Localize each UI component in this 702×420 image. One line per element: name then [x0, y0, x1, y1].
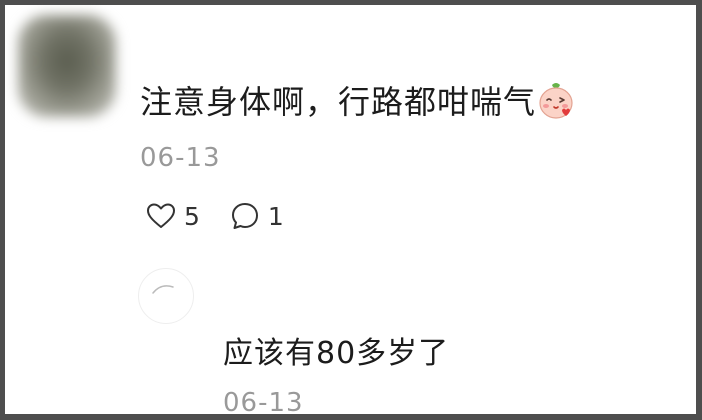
like-count: 5 [184, 201, 200, 231]
reply-button[interactable]: 1 [230, 201, 284, 231]
like-button[interactable]: 5 [146, 202, 200, 231]
speech-bubble-icon [230, 201, 260, 231]
reply-avatar[interactable] [138, 268, 194, 324]
comment-actions: 5 1 [146, 198, 314, 234]
blushing-face-emoji-icon [538, 81, 574, 119]
avatar[interactable] [18, 15, 116, 117]
reply-date: 06-13 [223, 388, 304, 418]
heart-outline-icon [146, 202, 176, 230]
reply-count: 1 [267, 201, 284, 231]
comment-body: 注意身体啊，行路都咁喘气 [140, 80, 574, 124]
reply-text: 应该有80多岁了 [223, 336, 450, 371]
comment-date: 06-13 [140, 143, 221, 173]
comment-text: 注意身体啊，行路都咁喘气 [140, 83, 537, 121]
